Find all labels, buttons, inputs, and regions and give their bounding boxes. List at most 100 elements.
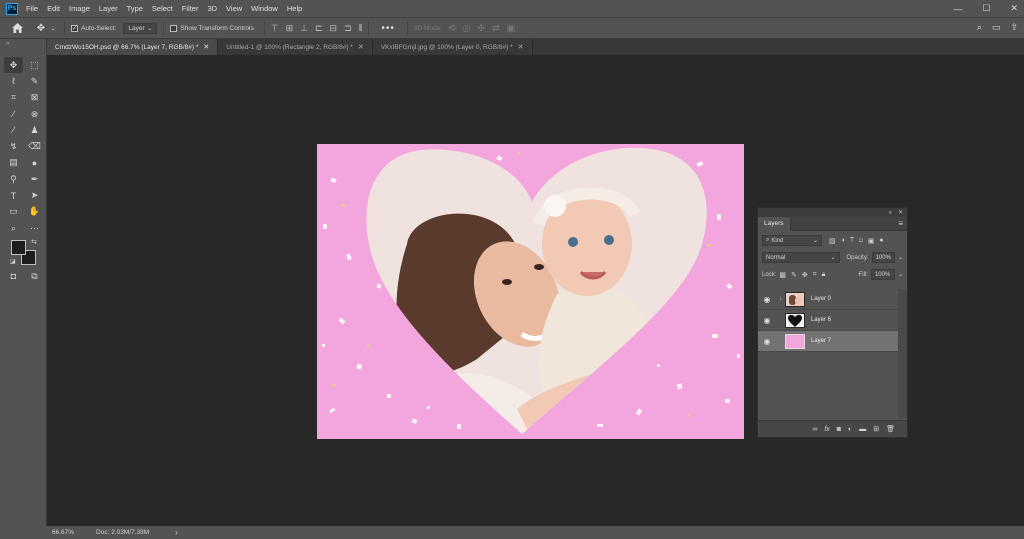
menu-edit[interactable]: Edit <box>47 4 60 13</box>
align-left-icon[interactable]: ⊏ <box>315 23 323 34</box>
screen-mode-icon[interactable]: ⧉ <box>25 269 44 283</box>
align-hcenter-icon[interactable]: ⊟ <box>330 23 338 34</box>
align-bottom-icon[interactable]: ⊥ <box>300 23 308 34</box>
show-transform-checkbox[interactable] <box>170 24 178 32</box>
more-tools-icon[interactable]: ⋯ <box>25 220 44 236</box>
visibility-eye-icon[interactable]: ◉ <box>758 337 776 346</box>
collapse-panel-icon[interactable]: « <box>889 210 892 216</box>
zoom-level[interactable]: 66.67% <box>52 529 74 536</box>
menu-3d[interactable]: 3D <box>207 4 217 13</box>
swap-colors-icon[interactable]: ⇆ <box>31 238 37 246</box>
zoom-tool-icon[interactable]: ⌕ <box>4 220 23 236</box>
close-button[interactable]: ✕ <box>1010 3 1018 14</box>
share-icon[interactable]: ⇪ <box>1010 22 1018 33</box>
align-vcenter-icon[interactable]: ⊞ <box>286 23 294 34</box>
lock-position-icon[interactable]: ✥ <box>802 271 808 279</box>
chevron-down-icon[interactable]: ⌄ <box>898 271 903 278</box>
align-top-icon[interactable]: ⊤ <box>271 23 279 34</box>
menu-filter[interactable]: Filter <box>182 4 199 13</box>
pen-tool-icon[interactable]: ✒ <box>25 171 44 187</box>
workspace-icon[interactable]: ▭ <box>992 22 1001 33</box>
history-brush-icon[interactable]: ↯ <box>4 138 23 154</box>
tab-document-3[interactable]: VKxIBFGmjI.jpg @ 100% (Layer 0, RGB/8#) … <box>373 39 533 55</box>
gradient-tool-icon[interactable]: ▤ <box>4 155 23 171</box>
3d-pan-icon[interactable]: ✣ <box>478 23 486 34</box>
search-icon[interactable]: ⌕ <box>977 22 982 33</box>
menu-layer[interactable]: Layer <box>99 4 118 13</box>
close-icon[interactable]: ✕ <box>358 43 364 51</box>
minimize-button[interactable]: — <box>953 4 962 14</box>
3d-scale-icon[interactable]: ▣ <box>507 23 516 34</box>
marquee-tool-icon[interactable]: ⬚ <box>25 57 44 73</box>
new-layer-icon[interactable]: ⊞ <box>873 425 879 433</box>
quick-mask-icon[interactable]: ◘ <box>4 269 23 283</box>
layer-row-layer-7[interactable]: ◉ Layer 7 <box>758 331 898 352</box>
panel-menu-icon[interactable]: ≡ <box>898 219 903 228</box>
fill-input[interactable]: 100% <box>870 269 895 280</box>
menu-file[interactable]: File <box>26 4 38 13</box>
chevron-down-icon[interactable]: ⌄ <box>48 25 58 32</box>
crop-tool-icon[interactable]: ⌗ <box>4 90 23 106</box>
stamp-tool-icon[interactable]: ♟ <box>25 122 44 138</box>
menu-window[interactable]: Window <box>251 4 278 13</box>
status-menu-arrow[interactable]: › <box>175 528 178 537</box>
smart-object-filter-icon[interactable]: ▣ <box>868 237 875 245</box>
blur-tool-icon[interactable]: ● <box>25 155 44 171</box>
eraser-tool-icon[interactable]: ⌫ <box>25 138 44 154</box>
pixel-filter-icon[interactable]: ▨ <box>829 237 836 245</box>
more-options-button[interactable]: ••• <box>381 23 395 34</box>
adjustment-icon[interactable]: ◐ <box>848 426 852 433</box>
path-select-tool-icon[interactable]: ➤ <box>25 187 44 203</box>
distribute-icon[interactable]: ⫴ <box>359 23 363 34</box>
foreground-color-swatch[interactable] <box>11 240 26 255</box>
shape-filter-icon[interactable]: ⌑ <box>859 237 863 245</box>
3d-orbit-icon[interactable]: ⟲ <box>448 23 456 34</box>
lasso-tool-icon[interactable]: ℓ <box>4 73 23 89</box>
dodge-tool-icon[interactable]: ⚲ <box>4 171 23 187</box>
default-colors-icon[interactable]: ◪ <box>10 258 16 265</box>
auto-select-target-dropdown[interactable]: Layer ⌄ <box>123 22 158 34</box>
mask-icon[interactable]: ◙ <box>837 426 841 433</box>
menu-image[interactable]: Image <box>69 4 90 13</box>
menu-type[interactable]: Type <box>127 4 143 13</box>
lock-transparent-icon[interactable]: ▩ <box>779 271 786 279</box>
align-right-icon[interactable]: ⊐ <box>344 23 352 34</box>
frame-tool-icon[interactable]: ⊠ <box>25 90 44 106</box>
home-icon[interactable] <box>0 23 34 33</box>
3d-roll-icon[interactable]: ◎ <box>463 23 471 34</box>
maximize-button[interactable]: ☐ <box>982 3 990 14</box>
tab-document-2[interactable]: Untitled-1 @ 100% (Rectangle 2, RGB/8#) … <box>218 39 373 55</box>
layer-row-layer-6[interactable]: ◉ Layer 6 <box>758 310 898 331</box>
close-icon[interactable]: ✕ <box>518 43 524 51</box>
3d-slide-icon[interactable]: ⇄ <box>492 23 500 34</box>
visibility-eye-icon[interactable]: ◉ <box>758 316 776 325</box>
folder-icon[interactable]: ▬ <box>859 426 866 433</box>
blend-mode-dropdown[interactable]: Normal ⌄ <box>762 252 840 263</box>
layer-row-layer-0[interactable]: ◉ ↓ Layer 0 <box>758 289 898 310</box>
healing-tool-icon[interactable]: ⊗ <box>25 106 44 122</box>
trash-icon[interactable]: 🗑︎ <box>886 425 895 433</box>
shape-tool-icon[interactable]: ▭ <box>4 204 23 220</box>
close-icon[interactable]: ✕ <box>203 43 209 51</box>
adjustment-filter-icon[interactable]: ◑ <box>841 237 845 245</box>
opacity-input[interactable]: 100% <box>871 252 895 263</box>
close-icon[interactable]: ✕ <box>898 209 903 216</box>
tab-document-1[interactable]: CmdzWo15OH.psd @ 66.7% (Layer 7, RGB/8#)… <box>47 39 219 55</box>
hand-tool-icon[interactable]: ✋ <box>25 204 44 220</box>
eyedropper-tool-icon[interactable]: ⁄ <box>4 106 23 122</box>
menu-help[interactable]: Help <box>287 4 302 13</box>
link-icon[interactable]: ∞ <box>812 426 817 433</box>
fx-icon[interactable]: fx <box>824 426 829 433</box>
menu-view[interactable]: View <box>226 4 242 13</box>
lock-pixels-icon[interactable]: ✎ <box>791 271 797 279</box>
brush-tool-icon[interactable]: ∕ <box>4 122 23 138</box>
chevron-down-icon[interactable]: ⌄ <box>898 254 903 261</box>
layers-scrollbar[interactable] <box>898 289 907 419</box>
move-tool-icon[interactable]: ✥ <box>4 57 23 74</box>
collapse-icon[interactable]: » <box>6 41 9 47</box>
visibility-eye-icon[interactable]: ◉ <box>758 295 776 304</box>
move-icon[interactable]: ✥ <box>34 23 48 34</box>
type-tool-icon[interactable]: T <box>4 187 23 203</box>
quick-select-tool-icon[interactable]: ✎ <box>25 73 44 89</box>
document-canvas[interactable] <box>317 144 744 439</box>
